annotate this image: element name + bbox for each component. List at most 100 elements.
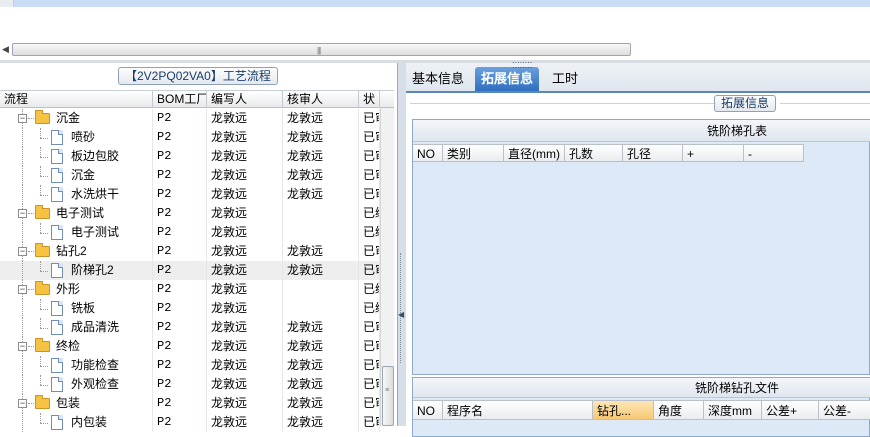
status-cell: 已编 [359,223,380,242]
tree-step-row[interactable]: 喷砂P2龙敦远龙敦远已审 [0,128,380,147]
column-header-no[interactable]: NO [413,144,443,162]
writer-cell: 龙敦远 [207,299,283,318]
tree-step-row[interactable]: 阶梯孔2P2龙敦远龙敦远已审 [0,261,380,280]
status-cell: 已审 [359,394,380,413]
document-icon [51,301,63,316]
tree-step-row[interactable]: 功能检查P2龙敦远龙敦远已审 [0,356,380,375]
bom-factory-cell: P2 [153,280,207,299]
column-header-minus[interactable]: - [744,144,804,162]
arrow-left-icon[interactable]: ◀ [2,44,9,55]
column-header-status[interactable]: 状 [359,91,380,108]
tree-step-row[interactable]: 内包装P2龙敦远龙敦远已审 [0,413,380,432]
tree-step-label: 水洗烘干 [71,187,120,201]
column-header-angle[interactable]: 角度 [654,400,704,420]
flow-cell: − 钻孔2 [0,242,153,261]
step-drill-file-table: 铣阶梯钻孔文件 NO 程序名 钻孔... 角度 深度mm 公差+ 公差- [412,377,870,437]
splitter-grip [400,253,403,363]
tree-step-row[interactable]: 沉金P2龙敦远龙敦远已审 [0,166,380,185]
collapse-toggle-icon[interactable]: − [18,209,27,218]
folder-icon [35,281,50,295]
tree-connector [40,223,41,233]
status-cell: 已审 [359,242,380,261]
tree-group-row[interactable]: −钻孔2P2龙敦远龙敦远已审 [0,242,380,261]
tree-group-row[interactable]: −包装P2龙敦远龙敦远已审 [0,394,380,413]
status-cell: 已编 [359,299,380,318]
column-header-tolerance-plus[interactable]: 公差+ [762,400,819,420]
panel-splitter[interactable]: ◀ [398,63,406,426]
tab-work-hours[interactable]: 工时 [546,67,584,91]
flow-cell: − 沉金 [0,109,153,128]
process-flow-title: 【2V2PQ02VA0】工艺流程 [118,67,278,85]
status-cell: 已编 [359,204,380,223]
tree-step-label: 功能检查 [71,358,120,372]
folder-icon [35,243,50,257]
column-header-reviewer[interactable]: 核审人 [283,91,359,108]
flow-cell: − 终检 [0,337,153,356]
tree-connector [22,261,23,280]
tree-step-row[interactable]: 电子测试 P2龙敦远 已编 [0,223,380,242]
tab-basic-info[interactable]: 基本信息 [406,67,470,91]
flow-cell: 成品清洗 [0,318,153,337]
reviewer-cell: 龙敦远 [283,318,359,337]
writer-cell: 龙敦远 [207,204,283,223]
vertical-scroll-thumb[interactable]: ≡ [382,366,394,426]
tree-connector [40,128,41,138]
collapse-toggle-icon[interactable]: − [18,399,27,408]
tree-step-row[interactable]: 成品清洗P2龙敦远龙敦远已审 [0,318,380,337]
column-header-hole-count[interactable]: 孔数 [565,144,623,162]
column-header-diameter[interactable]: 直径(mm) [504,144,565,162]
column-header-no[interactable]: NO [413,400,443,420]
group-line-right [780,103,870,104]
tree-step-row[interactable]: 铣板 P2龙敦远 已编 [0,299,380,318]
flow-cell: 阶梯孔2 [0,261,153,280]
writer-cell: 龙敦远 [207,337,283,356]
status-cell: 已审 [359,147,380,166]
folder-icon [35,205,50,219]
flow-cell: − 外形 [0,280,153,299]
tree-step-row[interactable]: 外观检查P2龙敦远龙敦远已审 [0,375,380,394]
flow-cell: 内包装 [0,413,153,432]
vertical-scrollbar[interactable]: ≡ [380,108,394,426]
tab-extended-info[interactable]: 拓展信息 [475,67,540,91]
collapse-toggle-icon[interactable]: − [18,247,27,256]
step-hole-table-title: 铣阶梯孔表 [413,120,870,142]
document-icon [51,225,63,240]
column-header-drill[interactable]: 钻孔... [593,400,654,420]
tree-group-row[interactable]: −沉金P2龙敦远龙敦远已审 [0,109,380,128]
horizontal-scrollbar[interactable]: ◀ ||| [0,40,870,58]
tree-group-row[interactable]: − 外形 P2龙敦远 已编 [0,280,380,299]
column-header-writer[interactable]: 编写人 [207,91,283,108]
status-cell: 已编 [359,280,380,299]
column-header-plus[interactable]: + [683,144,744,162]
horizontal-scroll-thumb[interactable]: ||| [12,43,631,56]
tree-step-row[interactable]: 板边包胶P2龙敦远龙敦远已审 [0,147,380,166]
tree-connector [22,185,23,204]
writer-cell: 龙敦远 [207,413,283,432]
bom-factory-cell: P2 [153,394,207,413]
column-header-category[interactable]: 类别 [443,144,504,162]
collapse-arrow-icon[interactable]: ◀ [398,310,404,319]
column-header-program-name[interactable]: 程序名 [443,400,593,420]
tree-step-row[interactable]: 水洗烘干P2龙敦远龙敦远已审 [0,185,380,204]
tree-group-row[interactable]: −终检P2龙敦远龙敦远已审 [0,337,380,356]
bom-factory-cell: P2 [153,242,207,261]
column-header-bom[interactable]: BOM工厂 [153,91,207,108]
flow-cell: 板边包胶 [0,147,153,166]
row-header-cell [0,0,14,7]
status-cell: 已审 [359,318,380,337]
tree-step-label: 电子测试 [71,225,120,239]
tree-step-label: 板边包胶 [71,149,120,163]
collapse-toggle-icon[interactable]: − [18,114,27,123]
tree-connector [40,299,41,309]
tree-connector [40,157,48,158]
column-header-tolerance-minus[interactable]: 公差- [819,400,870,420]
column-header-depth[interactable]: 深度mm [704,400,762,420]
grip-icon: ≡ [385,387,390,394]
top-list-partial-row[interactable] [0,0,870,9]
tree-group-row[interactable]: − 电子测试 P2龙敦远 已编 [0,204,380,223]
tree-group-label: 终检 [56,339,81,353]
column-header-flow[interactable]: 流程 [0,91,153,108]
column-header-hole-diameter[interactable]: 孔径 [623,144,683,162]
collapse-toggle-icon[interactable]: − [18,342,27,351]
collapse-toggle-icon[interactable]: − [18,285,27,294]
